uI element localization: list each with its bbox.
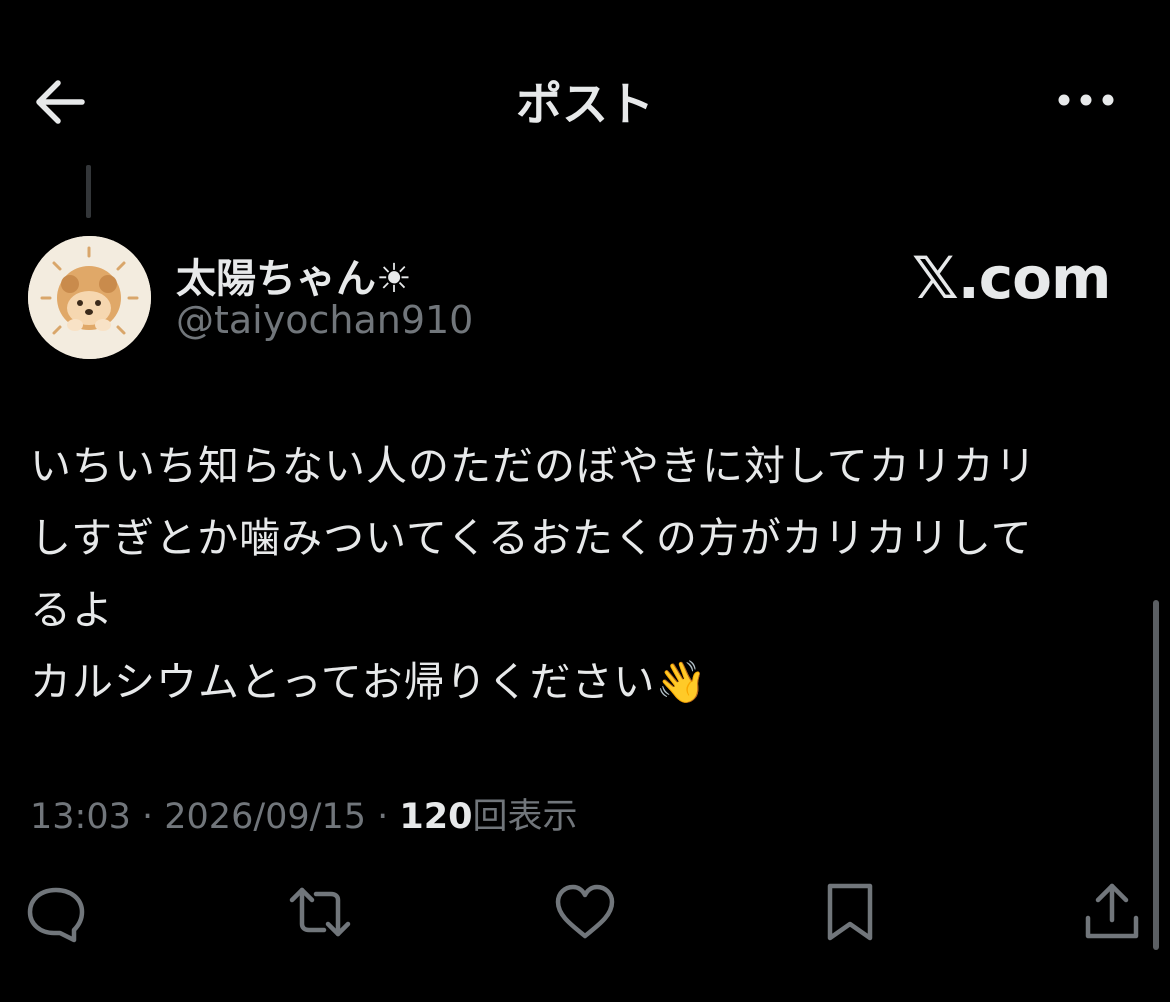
more-options-button[interactable] [1054,80,1118,120]
views-count: 120 [399,797,473,837]
thread-connector-line [86,165,91,218]
avatar[interactable] [28,236,151,359]
meta-separator: · [366,797,400,837]
like-button[interactable] [553,880,617,944]
bookmark-icon [827,883,873,941]
post-text: いちいち知らない人のただのぼやきに対してカリカリ しすぎとか噛みついてくるおたく… [30,442,1037,706]
post-time[interactable]: 13:03 [30,797,131,837]
bookmark-button[interactable] [818,880,882,944]
x-com-watermark: 𝕏.com [912,244,1111,312]
author-handle[interactable]: @taiyochan910 [176,298,473,342]
share-icon [1085,883,1139,939]
reply-icon [27,887,85,943]
avatar-bear-sun-image [28,236,151,359]
repost-icon [289,887,351,937]
post-meta: 13:03 · 2026/09/15 · 120回表示 [30,788,577,839]
views-label: 回表示 [472,797,578,837]
heart-icon [555,884,615,939]
action-bar [0,870,1170,950]
top-bar: ポスト [0,0,1170,200]
share-button[interactable] [1080,880,1144,944]
author-display-name[interactable]: 太陽ちゃん☀︎ [176,246,412,304]
meta-separator: · [130,797,165,837]
repost-button[interactable] [288,880,352,944]
page-title: ポスト [516,77,654,131]
post-date[interactable]: 2026/09/15 [164,797,366,837]
more-horizontal-icon [1058,94,1114,106]
scrollbar[interactable] [1153,600,1159,950]
reply-button[interactable] [24,880,88,944]
